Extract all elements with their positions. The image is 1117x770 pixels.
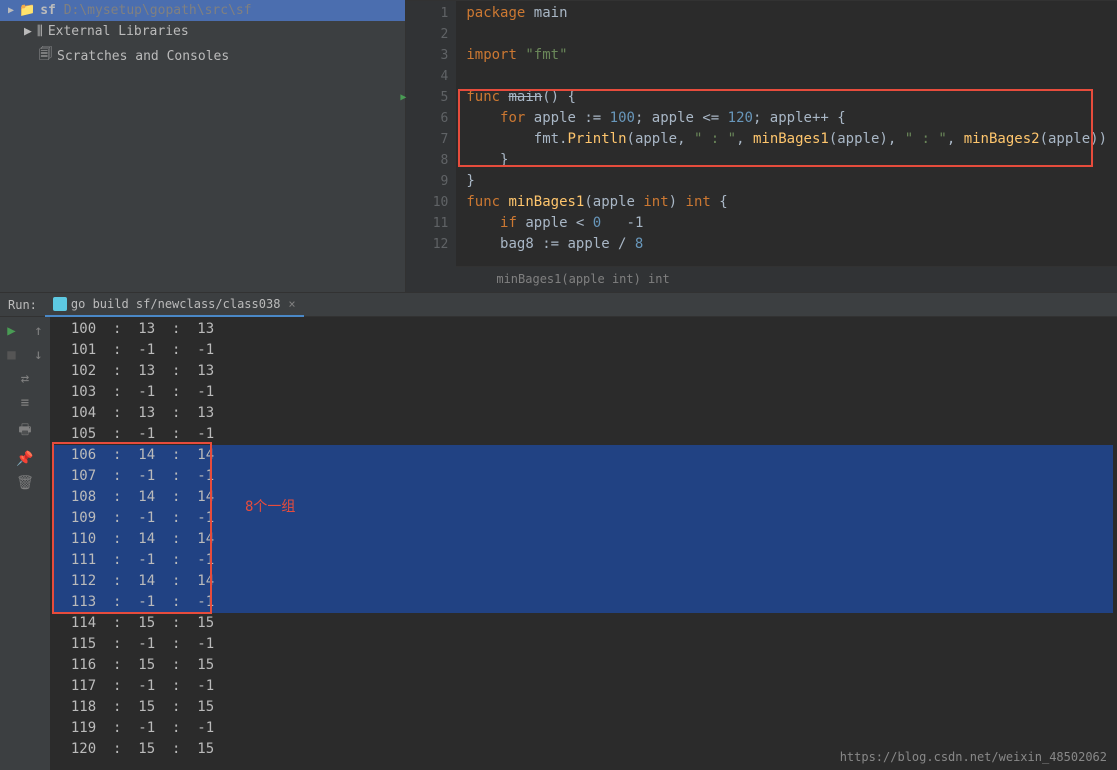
run-panel: Run: go build sf/newclass/class038 × ▶ ↑… — [0, 292, 1117, 770]
gutter-line[interactable]: 6 — [408, 108, 448, 129]
editor-panel: 12345▶6789101112 package mainimport "fmt… — [406, 0, 1117, 292]
code-line[interactable]: if apple < 0 -1 — [466, 213, 1107, 234]
expand-icon[interactable]: ▶ — [24, 24, 32, 39]
play-icon[interactable]: ▶ — [7, 323, 15, 339]
gutter-line[interactable]: 5▶ — [408, 87, 448, 108]
gutter-line[interactable]: 4 — [408, 66, 448, 87]
code-line[interactable]: bag8 := apple / 8 — [466, 234, 1107, 255]
console-line[interactable]: 113 : -1 : -1 — [54, 592, 1113, 613]
console-line[interactable]: 106 : 14 : 14 — [54, 445, 1113, 466]
print-icon[interactable]: 🖶 — [18, 419, 31, 443]
gutter-line[interactable]: 1 — [408, 3, 448, 24]
gutter-line[interactable]: 7 — [408, 129, 448, 150]
expand-icon[interactable]: ▶ — [8, 5, 14, 16]
console-line[interactable]: 110 : 14 : 14 — [54, 529, 1113, 550]
code-line[interactable]: package main — [466, 3, 1107, 24]
up-icon[interactable]: ↑ — [34, 323, 42, 339]
console-line[interactable]: 104 : 13 : 13 — [54, 403, 1113, 424]
project-root-name: sf — [40, 3, 56, 18]
project-root-path: D:\mysetup\gopath\src\sf — [64, 3, 252, 18]
code-line[interactable]: fmt.Println(apple, " : ", minBages1(appl… — [466, 129, 1107, 150]
console-line[interactable]: 117 : -1 : -1 — [54, 676, 1113, 697]
gutter-line[interactable]: 12 — [408, 234, 448, 255]
breadcrumb[interactable]: minBages1(apple int) int — [456, 266, 1117, 292]
gutter-line[interactable]: 8 — [408, 150, 448, 171]
console-line[interactable]: 100 : 13 : 13 — [54, 319, 1113, 340]
code-line[interactable]: func minBages1(apple int) int { — [466, 192, 1107, 213]
code-line[interactable] — [466, 24, 1107, 45]
code-area[interactable]: package main import "fmt" func main() { fo… — [456, 1, 1117, 292]
console-line[interactable]: 114 : 15 : 15 — [54, 613, 1113, 634]
console-line[interactable]: 119 : -1 : -1 — [54, 718, 1113, 739]
console-line[interactable]: 112 : 14 : 14 — [54, 571, 1113, 592]
annotation-text: 8个一组 — [245, 497, 295, 518]
go-icon — [53, 297, 67, 311]
gutter-line[interactable]: 3 — [408, 45, 448, 66]
project-item-scratches[interactable]: 🗐 Scratches and Consoles — [0, 42, 405, 70]
pin-icon[interactable]: 📌 — [16, 451, 33, 467]
run-label: Run: — [0, 294, 45, 316]
console-line[interactable]: 116 : 15 : 15 — [54, 655, 1113, 676]
code-line[interactable]: for apple := 100; apple <= 120; apple++ … — [466, 108, 1107, 129]
editor-gutter: 12345▶6789101112 — [406, 1, 456, 292]
console-line[interactable]: 105 : -1 : -1 — [54, 424, 1113, 445]
down-icon[interactable]: ↓ — [34, 347, 42, 363]
code-line[interactable]: import "fmt" — [466, 45, 1107, 66]
folder-icon: 📁 — [19, 3, 35, 18]
gutter-line[interactable]: 2 — [408, 24, 448, 45]
gutter-line[interactable]: 9 — [408, 171, 448, 192]
stop-icon[interactable]: ■ — [7, 347, 15, 363]
project-item-external-libs[interactable]: ▶ ⫼ External Libraries — [0, 21, 405, 42]
gutter-line[interactable]: 10 — [408, 192, 448, 213]
filter-icon[interactable]: ≡ — [21, 395, 29, 411]
console-line[interactable]: 118 : 15 : 15 — [54, 697, 1113, 718]
console-line[interactable]: 101 : -1 : -1 — [54, 340, 1113, 361]
project-item-label: External Libraries — [48, 24, 189, 39]
watermark: https://blog.csdn.net/weixin_48502062 — [840, 750, 1107, 764]
code-line[interactable]: } — [466, 171, 1107, 192]
run-body: ▶ ↑ ■ ↓ ⇄ ≡ 🖶 📌 🗑 100 : 13 : 13 101 : -1… — [0, 317, 1117, 770]
close-icon[interactable]: × — [288, 297, 295, 311]
project-panel: ▶ 📁 sf D:\mysetup\gopath\src\sf ▶ ⫼ Exte… — [0, 0, 406, 292]
run-marker-icon[interactable]: ▶ — [400, 87, 406, 108]
code-line[interactable]: func main() { — [466, 87, 1107, 108]
run-toolbar: ▶ ↑ ■ ↓ ⇄ ≡ 🖶 📌 🗑 — [0, 317, 50, 770]
trash-icon[interactable]: 🗑 — [16, 475, 34, 491]
console-line[interactable]: 102 : 13 : 13 — [54, 361, 1113, 382]
code-line[interactable]: } — [466, 150, 1107, 171]
run-tab[interactable]: go build sf/newclass/class038 × — [45, 293, 304, 317]
console-line[interactable]: 111 : -1 : -1 — [54, 550, 1113, 571]
run-tab-name: go build sf/newclass/class038 — [71, 297, 281, 311]
console-line[interactable]: 107 : -1 : -1 — [54, 466, 1113, 487]
run-tabs: Run: go build sf/newclass/class038 × — [0, 293, 1117, 317]
project-item-label: Scratches and Consoles — [57, 49, 229, 64]
console-output[interactable]: 100 : 13 : 13 101 : -1 : -1 102 : 13 : 1… — [50, 317, 1117, 770]
project-root[interactable]: ▶ 📁 sf D:\mysetup\gopath\src\sf — [0, 0, 405, 21]
console-line[interactable]: 108 : 14 : 14 — [54, 487, 1113, 508]
console-line[interactable]: 109 : -1 : -1 — [54, 508, 1113, 529]
wrap-icon[interactable]: ⇄ — [21, 371, 29, 387]
top-section: ▶ 📁 sf D:\mysetup\gopath\src\sf ▶ ⫼ Exte… — [0, 0, 1117, 292]
code-line[interactable] — [466, 66, 1107, 87]
scratch-icon: 🗐 — [39, 45, 52, 67]
console-line[interactable]: 115 : -1 : -1 — [54, 634, 1113, 655]
lib-icon: ⫼ — [37, 24, 43, 39]
console-line[interactable]: 103 : -1 : -1 — [54, 382, 1113, 403]
gutter-line[interactable]: 11 — [408, 213, 448, 234]
